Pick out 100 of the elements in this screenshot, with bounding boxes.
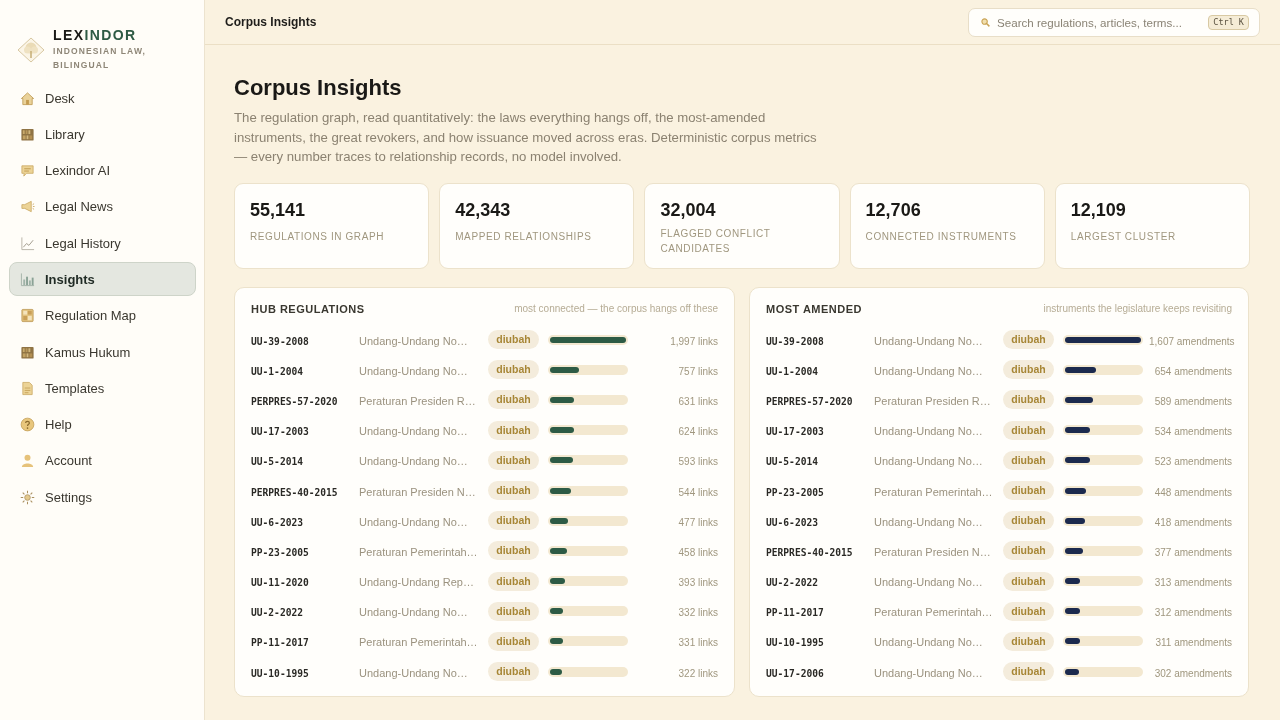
status-badge: diubah (488, 571, 539, 591)
count-text: 624 links (678, 426, 718, 438)
regulation-code: UU-2-2022 (251, 607, 303, 619)
stat-value: 12,109 (1070, 199, 1126, 220)
bar-chart-icon (20, 272, 35, 287)
stat-value: 42,343 (455, 199, 511, 220)
brand-tagline: INDONESIAN LAW, BILINGUAL (53, 45, 147, 72)
status-badge: diubah (1003, 662, 1054, 682)
count-text: 377 amendments (1154, 546, 1232, 558)
regulation-title: Undang-Undang No… (874, 636, 983, 649)
search-field[interactable]: Search regulations, articles, terms... Ctrl K (968, 7, 1260, 37)
regulation-title: Undang-Undang No… (874, 576, 983, 589)
stat-label: CONNECTED INSTRUMENTS (865, 229, 1017, 244)
count-text: 523 amendments (1154, 456, 1232, 468)
regulation-title: Undang-Undang No… (359, 515, 468, 528)
regulation-title: Undang-Undang No… (874, 666, 983, 679)
status-badge: diubah (1003, 450, 1054, 470)
line-chart-icon (20, 235, 35, 251)
panel-subtitle: instruments the legislature keeps revisiting (1043, 303, 1232, 314)
count-text: 589 amendments (1154, 395, 1232, 407)
regulation-title: Undang-Undang No… (359, 455, 468, 468)
stat-label: LARGEST CLUSTER (1070, 229, 1176, 244)
regulation-code: PERPRES-40-2015 (251, 486, 338, 498)
chat-bubble-icon (20, 163, 35, 179)
regulation-title: Undang-Undang No… (359, 334, 468, 347)
stat-value: 12,706 (865, 199, 921, 220)
logo-icon (17, 36, 45, 63)
grid-map-icon (20, 308, 35, 324)
regulation-title: Peraturan Presiden N… (874, 545, 991, 558)
regulation-code: PERPRES-57-2020 (251, 395, 338, 407)
nav-item[interactable]: Desk (9, 81, 196, 115)
settings-icon (20, 489, 35, 505)
regulation-code: UU-17-2006 (766, 667, 824, 679)
shortcut-key: Ctrl K (1208, 14, 1249, 30)
regulation-code: UU-2-2022 (766, 577, 818, 589)
regulation-code: UU-39-2008 (251, 335, 309, 347)
nav-item[interactable]: Settings (9, 480, 196, 515)
document-icon (20, 380, 35, 396)
regulation-code: UU-5-2014 (251, 456, 303, 468)
nav-item[interactable]: Insights (9, 262, 196, 297)
nav-item[interactable]: Help (9, 407, 196, 442)
regulation-title: Peraturan Pemerintah… (359, 545, 478, 558)
count-text: 331 links (678, 637, 718, 649)
nav-item[interactable]: Templates (9, 371, 196, 406)
stat-value: 55,141 (250, 199, 306, 220)
count-text: 448 amendments (1154, 486, 1232, 498)
count-text: 322 links (678, 667, 718, 679)
status-badge: diubah (488, 450, 539, 470)
regulation-title: Undang-Undang No… (359, 364, 468, 377)
regulation-code: UU-10-1995 (766, 637, 824, 649)
regulation-title: Peraturan Presiden R… (874, 394, 991, 407)
count-text: 332 links (678, 607, 718, 619)
regulation-code: PP-11-2017 (251, 637, 309, 649)
status-badge: diubah (488, 631, 539, 651)
status-badge: diubah (488, 420, 539, 440)
bookshelf-icon (20, 126, 35, 142)
regulation-code: UU-39-2008 (766, 335, 824, 347)
nav-item[interactable]: Lexindor AI (9, 153, 196, 188)
search-input[interactable]: Search regulations, articles, terms... (997, 15, 1202, 29)
regulation-code: UU-17-2003 (251, 426, 309, 438)
count-text: 312 amendments (1154, 607, 1232, 619)
regulation-code: UU-11-2020 (251, 577, 309, 589)
count-text: 654 amendments (1154, 365, 1232, 377)
regulation-title: Peraturan Pemerintah… (359, 636, 478, 649)
regulation-code: PP-11-2017 (766, 607, 824, 619)
bookshelf-icon (20, 344, 35, 360)
nav-item[interactable]: Account (9, 443, 196, 478)
count-text: 1,607 amendments (1149, 335, 1235, 347)
search-icon (981, 17, 990, 27)
regulation-code: UU-17-2003 (766, 426, 824, 438)
regulation-code: UU-1-2004 (766, 365, 818, 377)
regulation-code: UU-6-2023 (251, 516, 303, 528)
nav-item[interactable]: Regulation Map (9, 298, 196, 333)
status-badge: diubah (488, 360, 539, 380)
count-text: 544 links (678, 486, 718, 498)
panel-subtitle: most connected — the corpus hangs off these (514, 303, 718, 314)
stat-label: FLAGGED CONFLICT CANDIDATES (660, 226, 772, 256)
regulation-code: UU-10-1995 (251, 667, 309, 679)
status-badge: diubah (1003, 541, 1054, 561)
person-icon (20, 453, 35, 469)
status-badge: diubah (1003, 390, 1054, 410)
status-badge: diubah (488, 601, 539, 621)
nav-item[interactable]: Kamus Hukum (9, 335, 196, 370)
brand-name: LEXINDOR (53, 27, 137, 44)
regulation-code: PERPRES-57-2020 (766, 395, 853, 407)
status-badge: diubah (1003, 601, 1054, 621)
nav-item[interactable]: Legal History (9, 226, 196, 261)
count-text: 631 links (678, 395, 718, 407)
nav-item[interactable]: Legal News (9, 189, 196, 224)
regulation-title: Undang-Undang Rep… (359, 576, 474, 589)
regulation-title: Undang-Undang No… (359, 666, 468, 679)
regulation-title: Undang-Undang No… (874, 425, 983, 438)
megaphone-icon (20, 199, 35, 215)
regulation-title: Undang-Undang No… (359, 425, 468, 438)
nav-item[interactable]: Library (9, 117, 196, 152)
help-icon (20, 417, 35, 433)
status-badge: diubah (1003, 360, 1054, 380)
regulation-code: UU-5-2014 (766, 456, 818, 468)
regulation-code: UU-6-2023 (766, 516, 818, 528)
page-description: The regulation graph, read quantitatively: the laws everything hangs off, the most-amended instruments, the great revokers, and how issuance moved across eras. Deterministic corpus metrics — every number traces to relationship records, no model involved. (234, 109, 818, 166)
